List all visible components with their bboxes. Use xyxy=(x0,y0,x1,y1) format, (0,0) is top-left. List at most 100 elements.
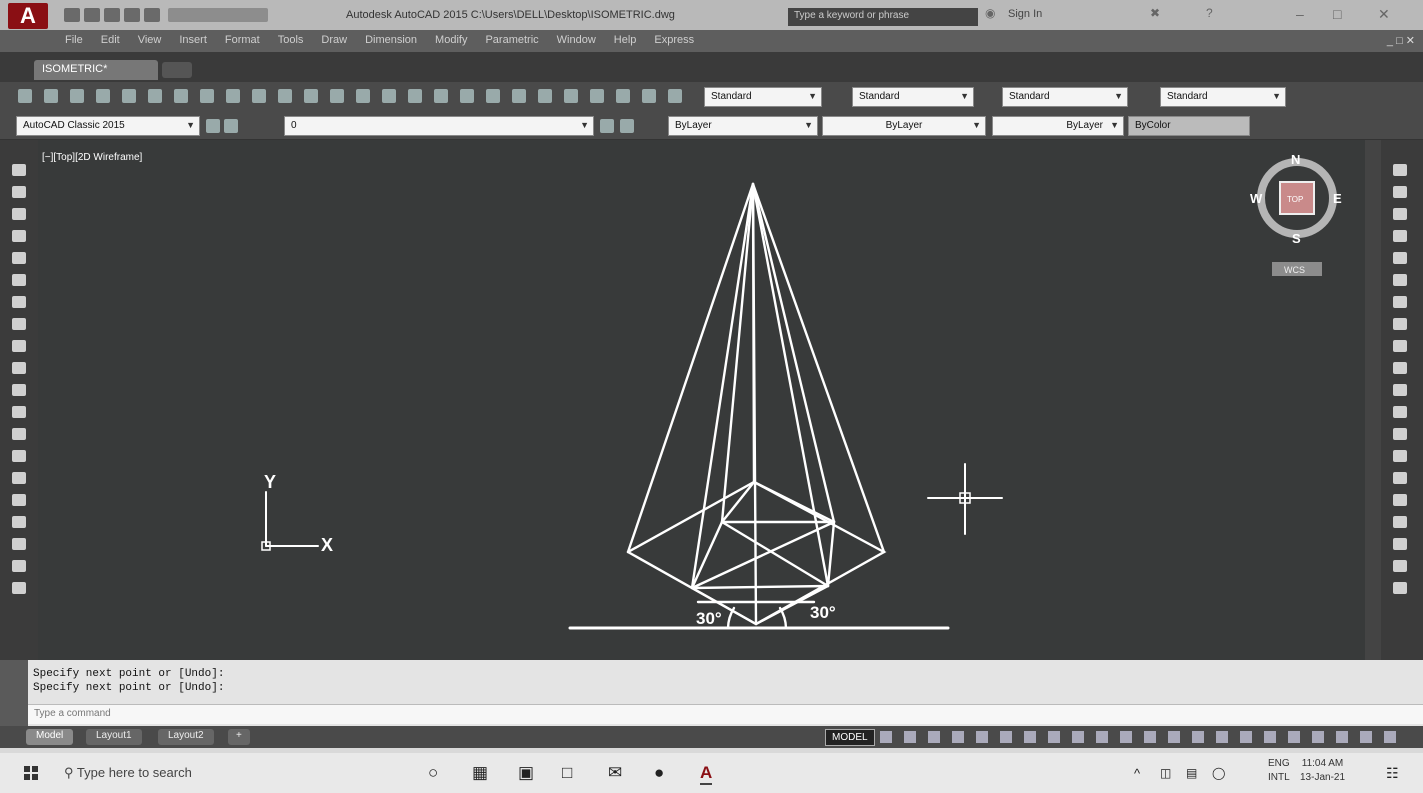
exchange-icon[interactable]: ✖ xyxy=(1150,6,1160,20)
layer-dropdown[interactable]: 0 ▼ xyxy=(284,116,594,136)
zoom-previous-icon[interactable] xyxy=(460,89,474,103)
autocad-taskbar-icon[interactable]: A xyxy=(700,763,713,785)
chamfer-icon[interactable] xyxy=(1393,472,1407,484)
snap-icon[interactable] xyxy=(904,731,916,743)
add-layout-button[interactable]: + xyxy=(228,729,250,745)
model-space-button[interactable]: MODEL xyxy=(825,729,875,746)
menu-window[interactable]: Window xyxy=(548,30,605,50)
line-icon[interactable] xyxy=(12,164,26,176)
command-window-handle[interactable] xyxy=(0,660,28,726)
store-icon[interactable]: □ xyxy=(562,763,572,783)
help-icon[interactable] xyxy=(642,89,656,103)
menu-dimension[interactable]: Dimension xyxy=(356,30,426,50)
osnap-tracking-icon[interactable] xyxy=(1000,731,1012,743)
menu-edit[interactable]: Edit xyxy=(92,30,129,50)
trim-icon[interactable] xyxy=(1393,362,1407,374)
dim-style-dropdown[interactable]: Standard ▼ xyxy=(852,87,974,107)
viewcube-south[interactable]: S xyxy=(1292,231,1301,246)
ellipse-icon[interactable] xyxy=(12,362,26,374)
move-icon[interactable] xyxy=(1393,274,1407,286)
properties-icon[interactable] xyxy=(486,89,500,103)
undo-icon[interactable] xyxy=(330,89,344,103)
menu-file[interactable]: File xyxy=(56,30,92,50)
browser-icon[interactable]: ● xyxy=(654,763,664,783)
notifications-icon[interactable]: ☷ xyxy=(1386,765,1399,782)
lengthen-icon[interactable] xyxy=(1393,582,1407,594)
workspace-switch-icon[interactable] xyxy=(1192,731,1204,743)
polar-icon[interactable] xyxy=(952,731,964,743)
lineweight-dropdown[interactable]: ByLayer ▼ xyxy=(992,116,1124,136)
isolate-objects-icon[interactable] xyxy=(1312,731,1324,743)
windows-start-icon[interactable] xyxy=(24,766,38,780)
arc-icon[interactable] xyxy=(12,274,26,286)
preview-icon[interactable] xyxy=(122,89,136,103)
transparency-icon[interactable] xyxy=(1072,731,1084,743)
ellipse-arc-icon[interactable] xyxy=(12,384,26,396)
undo-icon[interactable] xyxy=(144,8,160,22)
saveas-icon[interactable] xyxy=(124,8,140,22)
minimize-icon[interactable]: – xyxy=(1296,6,1304,22)
layer-properties-icon[interactable] xyxy=(206,119,220,133)
viewcube-east[interactable]: E xyxy=(1333,191,1342,206)
rotate-icon[interactable] xyxy=(1393,296,1407,308)
qnew-icon[interactable] xyxy=(18,89,32,103)
construction-line-icon[interactable] xyxy=(12,186,26,198)
sheet-set-icon[interactable] xyxy=(564,89,578,103)
insert-block-icon[interactable] xyxy=(12,406,26,418)
help-search-input[interactable]: Type a keyword or phrase xyxy=(788,8,978,26)
3dprint-icon[interactable] xyxy=(174,89,188,103)
sign-in-button[interactable]: Sign In xyxy=(1008,8,1042,20)
viewcube-west[interactable]: W xyxy=(1250,191,1263,206)
battery-icon[interactable]: ◫ xyxy=(1160,766,1171,780)
menu-modify[interactable]: Modify xyxy=(426,30,476,50)
menu-view[interactable]: View xyxy=(129,30,171,50)
selection-cycling-icon[interactable] xyxy=(1096,731,1108,743)
clock[interactable]: 11:04 AM 13-Jan-21 xyxy=(1300,757,1345,785)
make-current-icon[interactable] xyxy=(600,119,614,133)
erase-icon[interactable] xyxy=(1393,164,1407,176)
autoscale-icon[interactable] xyxy=(1144,731,1156,743)
viewcube-face-label[interactable]: TOP xyxy=(1287,195,1303,204)
stretch-icon[interactable] xyxy=(1393,340,1407,352)
color-dropdown[interactable]: ByLayer ▼ xyxy=(668,116,818,136)
vertical-scrollbar[interactable] xyxy=(1365,140,1381,660)
hatch-icon[interactable] xyxy=(12,472,26,484)
menu-format[interactable]: Format xyxy=(216,30,269,50)
doc-window-controls[interactable]: _ □ ✕ xyxy=(1387,34,1415,47)
gradient-icon[interactable] xyxy=(12,494,26,506)
maximize-icon[interactable]: □ xyxy=(1333,6,1341,22)
break-icon[interactable] xyxy=(1393,428,1407,440)
language-indicator[interactable]: ENG INTL xyxy=(1268,757,1290,785)
tray-chevron-icon[interactable]: ^ xyxy=(1134,766,1140,781)
linetype-dropdown[interactable]: ByLayer ▼ xyxy=(822,116,986,136)
text-icon[interactable] xyxy=(668,89,682,103)
paste-icon[interactable] xyxy=(252,89,266,103)
annotation-scale-icon[interactable] xyxy=(1168,731,1180,743)
table-style-dropdown[interactable]: Standard ▼ xyxy=(1002,87,1128,107)
join-icon[interactable] xyxy=(1393,450,1407,462)
workspace-quick-dropdown[interactable] xyxy=(168,8,268,22)
annotation-monitor-icon[interactable] xyxy=(1216,731,1228,743)
region-icon[interactable] xyxy=(12,516,26,528)
make-block-icon[interactable] xyxy=(12,428,26,440)
application-menu-button[interactable]: A xyxy=(8,3,48,29)
clean-screen-icon[interactable] xyxy=(1360,731,1372,743)
hardware-accel-icon[interactable] xyxy=(1336,731,1348,743)
block-editor-icon[interactable] xyxy=(304,89,318,103)
viewport-controls-label[interactable]: [−][Top][2D Wireframe] xyxy=(42,152,142,163)
units-icon[interactable] xyxy=(1240,731,1252,743)
publish-icon[interactable] xyxy=(148,89,162,103)
isodraft-icon[interactable] xyxy=(976,731,988,743)
menu-draw[interactable]: Draw xyxy=(312,30,356,50)
menu-help[interactable]: Help xyxy=(605,30,646,50)
cortana-icon[interactable]: ○ xyxy=(428,763,438,783)
polyline-icon[interactable] xyxy=(12,208,26,220)
zoom-window-icon[interactable] xyxy=(434,89,448,103)
volume-icon[interactable]: ◯ xyxy=(1212,766,1225,780)
circle-icon[interactable] xyxy=(12,296,26,308)
plotstyle-dropdown[interactable]: ByColor xyxy=(1128,116,1250,136)
add-selected-icon[interactable] xyxy=(12,582,26,594)
help-icon[interactable]: ? xyxy=(1206,6,1213,20)
drawing-viewport[interactable]: 30° 30° Y X N S E W TOP WCS xyxy=(38,140,1365,660)
customize-icon[interactable] xyxy=(1384,731,1396,743)
